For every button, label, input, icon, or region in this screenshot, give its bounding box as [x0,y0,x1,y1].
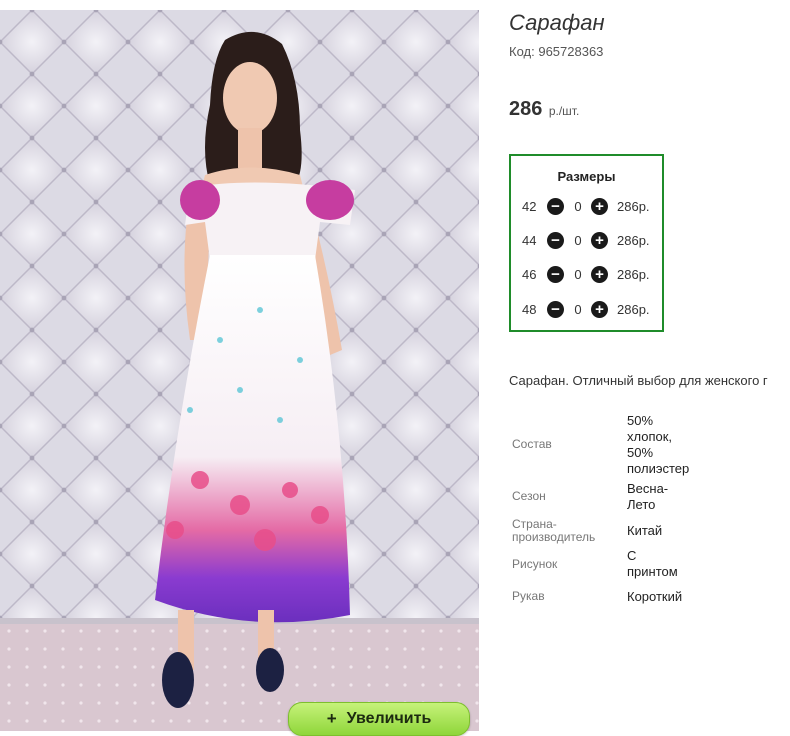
attr-value-season: Весна-Лето [627,481,669,512]
plus-icon[interactable]: + [591,301,608,318]
sizes-box: Размеры 42 − 0 + 286р. 44 − 0 + 286р. 46… [509,154,664,332]
attr-label-country: Страна-производитель [512,517,596,544]
zoom-button-label: Увеличить [346,710,432,727]
plus-icon[interactable]: + [591,198,608,215]
size-row-42: 42 − 0 + 286р. [511,196,662,218]
attr-label-sleeve: Рукав [512,589,545,603]
product-photo-image [0,10,479,731]
size-label: 46 [522,267,537,282]
product-title: Сарафан [509,10,605,35]
price-unit: р./шт. [548,104,580,118]
plus-icon[interactable]: + [591,232,608,249]
attr-value-sleeve: Короткий [627,589,683,604]
attr-label-pattern: Рисунок [512,557,558,571]
minus-icon[interactable]: − [547,301,564,318]
plus-icon: + [326,709,337,728]
size-row-46: 46 − 0 + 286р. [511,264,662,286]
sizes-heading: Размеры [557,169,616,184]
minus-icon[interactable]: − [547,266,564,283]
size-label: 48 [522,302,537,317]
minus-icon[interactable]: − [547,198,564,215]
product-photo[interactable] [0,10,479,731]
size-price: 286р. [617,302,650,317]
plus-icon[interactable]: + [591,266,608,283]
product-description: Сарафан. Отличный выбор для женского г [509,373,768,388]
attr-value-country: Китай [627,523,663,538]
size-quantity: 0 [574,233,582,248]
size-quantity: 0 [574,199,582,214]
product-code-value: 965728363 [538,44,604,59]
size-quantity: 0 [574,267,582,282]
product-code: Код: 965728363 [509,44,603,59]
size-quantity: 0 [574,302,582,317]
attr-label-season: Сезон [512,489,546,503]
size-price: 286р. [617,199,650,214]
size-label: 44 [522,233,537,248]
minus-icon[interactable]: − [547,232,564,249]
size-price: 286р. [617,233,650,248]
product-price: 286 р./шт. [509,98,579,121]
attr-label-composition: Состав [512,437,552,451]
product-code-label: Код: [509,44,535,59]
size-row-48: 48 − 0 + 286р. [511,299,662,321]
attr-value-composition: 50% хлопок, 50% полиэстер [627,413,690,476]
attr-value-pattern: С принтом [627,548,678,579]
price-value: 286 [509,98,543,120]
size-price: 286р. [617,267,650,282]
size-label: 42 [522,199,537,214]
size-row-44: 44 − 0 + 286р. [511,230,662,252]
